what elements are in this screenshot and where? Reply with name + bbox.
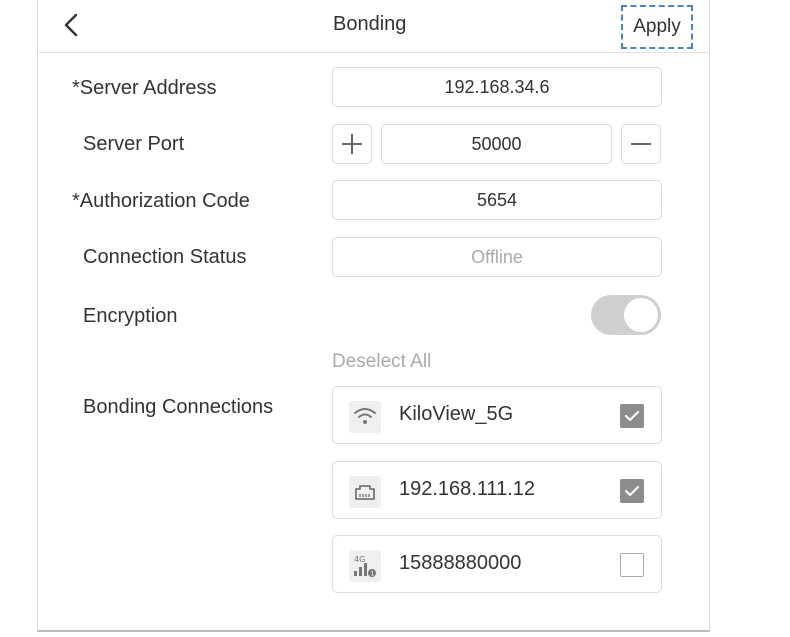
bonding-panel: Bonding Apply *Server Address 192.168.34… <box>37 0 710 632</box>
wifi-icon <box>349 401 381 433</box>
server-address-label: *Server Address <box>72 77 217 99</box>
back-button[interactable] <box>60 12 84 38</box>
authorization-code-label: *Authorization Code <box>72 190 250 212</box>
server-address-input[interactable]: 192.168.34.6 <box>332 67 662 107</box>
network-type-text: 4G <box>354 555 365 564</box>
header-bar: Bonding Apply <box>38 0 709 53</box>
port-increment-button[interactable] <box>332 124 372 164</box>
deselect-all-link[interactable]: Deselect All <box>332 351 431 373</box>
server-port-label: Server Port <box>83 133 185 155</box>
page-title: Bonding <box>333 13 407 35</box>
toggle-knob <box>624 298 658 332</box>
minus-icon <box>631 143 651 145</box>
connection-checkbox[interactable] <box>620 479 644 503</box>
connection-name: 15888880000 <box>399 552 522 574</box>
cellular-4g-icon: 4G 1 <box>349 550 381 582</box>
checkmark-icon <box>624 410 640 422</box>
svg-text:1: 1 <box>371 571 375 578</box>
bonding-connections-label: Bonding Connections <box>83 396 274 418</box>
connection-name: KiloView_5G <box>399 403 514 425</box>
connection-checkbox[interactable] <box>620 553 644 577</box>
connection-item-ethernet[interactable]: 192.168.111.12 <box>332 461 662 519</box>
authorization-code-input[interactable]: 5654 <box>332 180 662 220</box>
plus-icon <box>342 134 362 154</box>
connection-item-wifi[interactable]: KiloView_5G <box>332 386 662 444</box>
chevron-left-icon <box>64 13 78 37</box>
connection-status-field: Offline <box>332 237 662 277</box>
connection-status-label: Connection Status <box>83 246 247 268</box>
connection-item-cellular[interactable]: 4G 1 15888880000 <box>332 535 662 593</box>
server-port-input[interactable]: 50000 <box>381 124 612 164</box>
port-decrement-button[interactable] <box>621 124 661 164</box>
encryption-toggle[interactable] <box>591 295 661 335</box>
connection-checkbox[interactable] <box>620 404 644 428</box>
ethernet-icon <box>349 476 381 508</box>
connection-name: 192.168.111.12 <box>399 478 536 500</box>
apply-button[interactable]: Apply <box>621 5 693 49</box>
checkmark-icon <box>624 485 640 497</box>
encryption-label: Encryption <box>83 305 178 327</box>
